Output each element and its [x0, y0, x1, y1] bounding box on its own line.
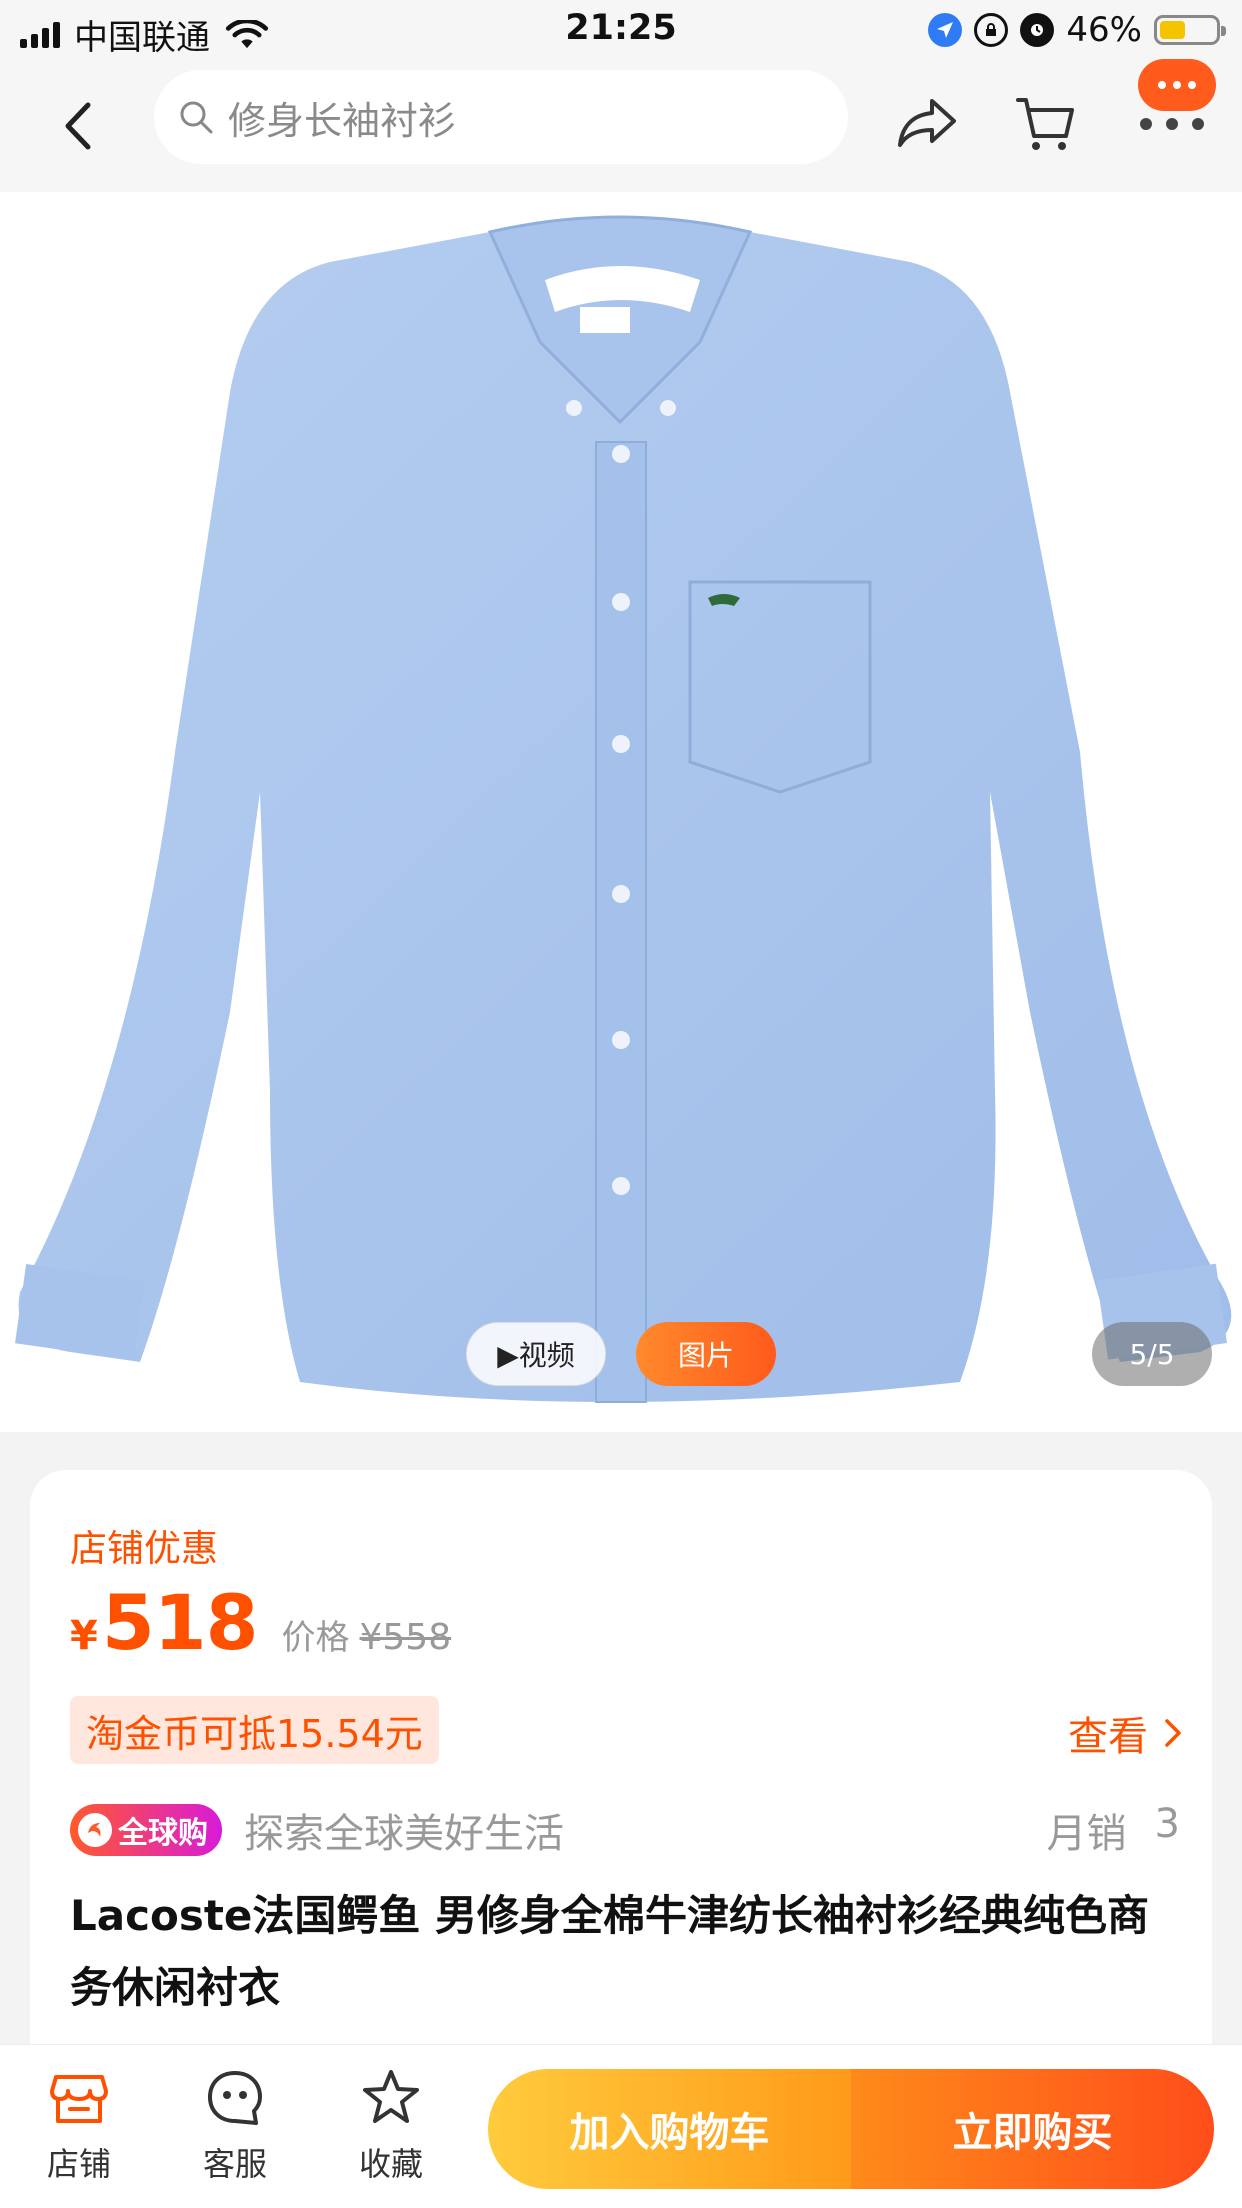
search-icon	[180, 101, 213, 134]
share-button[interactable]	[892, 88, 962, 158]
monthly-sales: 月销 3	[1047, 1801, 1180, 1859]
price-currency: ¥	[70, 1613, 98, 1659]
nav-bar: 修身长袖衬衫	[0, 59, 1242, 192]
cart-icon	[1016, 98, 1074, 150]
global-buy-row: 全球购 探索全球美好生活 月销 3	[70, 1800, 1180, 1860]
product-title: Lacoste法国鳄鱼 男修身全棉牛津纺长袖衬衫经典纯色商务休闲衬衣	[70, 1891, 1150, 2012]
search-input[interactable]: 修身长袖衬衫	[154, 70, 848, 164]
search-query: 修身长袖衬衫	[228, 98, 457, 143]
back-icon	[65, 102, 91, 150]
tab-image[interactable]: 图片	[636, 1322, 776, 1386]
tab-video[interactable]: ▶视频	[466, 1322, 606, 1386]
product-gallery[interactable]: ▶视频 图片 5/5	[0, 192, 1242, 1432]
status-bar: 中国联通 21:25 46%	[0, 0, 1242, 62]
global-buy-icon	[78, 1813, 112, 1847]
global-slogan: 探索全球美好生活	[244, 1811, 564, 1857]
add-to-cart-button[interactable]: 加入购物车	[488, 2069, 851, 2189]
location-icon	[928, 13, 963, 47]
customer-service-button[interactable]: 客服	[180, 2067, 290, 2185]
service-label: 客服	[202, 2145, 267, 2183]
star-icon	[363, 2070, 419, 2123]
store-label: 店铺	[46, 2145, 111, 2183]
price-row: ¥ 518 价格 ¥558	[70, 1578, 451, 1667]
original-price: ¥558	[359, 1617, 452, 1658]
coin-deduction-tag: 淘金币可抵15.54元	[70, 1696, 439, 1764]
purchase-buttons: 加入购物车 立即购买	[488, 2069, 1214, 2189]
global-buy-badge: 全球购	[70, 1804, 222, 1856]
favorite-button[interactable]: 收藏	[336, 2067, 446, 2185]
alarm-icon	[1020, 13, 1055, 47]
monthly-sales-label: 月销	[1046, 1811, 1127, 1857]
image-pager: 5/5	[1092, 1322, 1212, 1386]
current-price: 518	[101, 1578, 259, 1667]
product-info-card: 店铺优惠 ¥ 518 价格 ¥558 淘金币可抵15.54元 查看 全球购 探索…	[30, 1470, 1212, 2070]
favorite-label: 收藏	[358, 2145, 423, 2183]
store-icon	[50, 2075, 108, 2123]
back-button[interactable]	[52, 96, 102, 156]
cart-button[interactable]	[1010, 88, 1080, 158]
global-buy-label: 全球购	[118, 1816, 208, 1851]
battery-icon	[1154, 15, 1226, 45]
view-link-label: 查看	[1068, 1714, 1148, 1760]
bottom-action-bar: 店铺 客服 收藏 加入购物车 立即购买	[0, 2044, 1242, 2208]
view-coupon-link[interactable]: 查看	[1068, 1704, 1182, 1762]
product-image	[15, 215, 1232, 1403]
customer-service-icon	[208, 2071, 262, 2125]
share-icon	[898, 99, 956, 147]
promo-label: 店铺优惠	[70, 1527, 218, 1570]
more-icon[interactable]	[1140, 118, 1204, 130]
monthly-sales-value: 3	[1154, 1801, 1180, 1847]
original-price-label: 价格	[281, 1618, 350, 1658]
chevron-right-icon	[1165, 1719, 1181, 1747]
battery-percent: 46%	[1066, 10, 1142, 50]
buy-now-button[interactable]: 立即购买	[851, 2069, 1214, 2189]
rotation-lock-icon	[974, 13, 1009, 47]
more-badge[interactable]	[1138, 59, 1216, 111]
store-button[interactable]: 店铺	[24, 2067, 134, 2185]
